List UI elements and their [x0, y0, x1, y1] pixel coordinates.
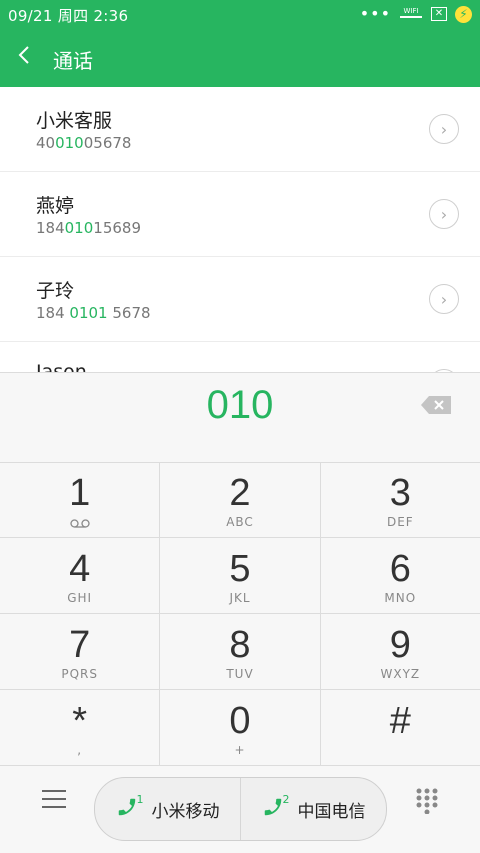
sim1-label: 小米移动 [151, 801, 220, 822]
status-icons: ••• WIFI ✕ ⚡ [360, 4, 472, 24]
contact-name: 小米客服 [36, 110, 113, 132]
chevron-left-icon [18, 46, 29, 64]
key-1[interactable]: 1 [0, 462, 161, 537]
backspace-icon[interactable] [421, 396, 451, 414]
contact-name: Jason [36, 361, 87, 372]
dialed-number: 010 [206, 383, 274, 427]
list-item[interactable]: Jason › [0, 342, 480, 372]
contact-detail-button[interactable]: › [429, 114, 459, 144]
key-6[interactable]: 6 MNO [321, 538, 480, 613]
title-bar: 通话 [0, 28, 480, 87]
sim2-label: 中国电信 [297, 801, 366, 822]
key-4[interactable]: 4 GHI [0, 538, 161, 613]
status-bar: 09/21 周四 2:36 ••• WIFI ✕ ⚡ [0, 0, 480, 28]
dialpad-icon[interactable] [416, 788, 438, 814]
app-header: 09/21 周四 2:36 ••• WIFI ✕ ⚡ 通话 [0, 0, 480, 87]
no-sim-icon: ✕ [431, 7, 447, 21]
back-button[interactable] [18, 40, 38, 70]
wifi-icon: WIFI [399, 7, 423, 22]
call-sim2-button[interactable]: 2 中国电信 [240, 778, 386, 840]
contact-name: 燕婷 [36, 195, 75, 217]
phone-icon: 1 [116, 793, 144, 823]
dialer-bottom-bar: 1 小米移动 2 中国电信 [0, 764, 480, 853]
key-5[interactable]: 5 JKL [160, 538, 321, 613]
battery-charging-icon: ⚡ [455, 5, 472, 23]
call-buttons: 1 小米移动 2 中国电信 [94, 777, 387, 841]
contact-number: 4001005678 [36, 134, 132, 152]
key-2[interactable]: 2 ABC [160, 462, 321, 537]
key-star[interactable]: * , [0, 690, 161, 765]
dialer-panel: 010 1 2 ABC 3 DEF 4 GHI 5 JKL 6 MNO 7 PQ… [0, 372, 480, 853]
key-7[interactable]: 7 PQRS [0, 614, 161, 689]
key-3[interactable]: 3 DEF [321, 462, 480, 537]
signal-dots-icon: ••• [359, 4, 391, 23]
voicemail-icon [70, 519, 90, 528]
contact-detail-button[interactable]: › [429, 199, 459, 229]
contact-name: 子玲 [36, 280, 75, 302]
menu-icon[interactable] [42, 790, 66, 810]
phone-icon: 2 [262, 793, 290, 823]
list-item[interactable]: 小米客服 4001005678 › [0, 87, 480, 172]
list-item[interactable]: 燕婷 18401015689 › [0, 172, 480, 257]
page-title: 通话 [53, 49, 93, 73]
status-time: 09/21 周四 2:36 [8, 7, 129, 25]
key-8[interactable]: 8 TUV [160, 614, 321, 689]
contact-number: 18401015689 [36, 219, 141, 237]
key-0[interactable]: 0 + [160, 690, 321, 765]
dial-display: 010 [0, 372, 480, 463]
key-hash[interactable]: # [321, 690, 480, 765]
key-9[interactable]: 9 WXYZ [321, 614, 480, 689]
keypad: 1 2 ABC 3 DEF 4 GHI 5 JKL 6 MNO 7 PQRS 8… [0, 462, 480, 766]
search-results-list[interactable]: 小米客服 4001005678 › 燕婷 18401015689 › 子玲 18… [0, 87, 480, 372]
contact-number: 184 0101 5678 [36, 304, 151, 322]
call-sim1-button[interactable]: 1 小米移动 [95, 778, 240, 840]
contact-detail-button[interactable]: › [429, 284, 459, 314]
list-item[interactable]: 子玲 184 0101 5678 › [0, 257, 480, 342]
